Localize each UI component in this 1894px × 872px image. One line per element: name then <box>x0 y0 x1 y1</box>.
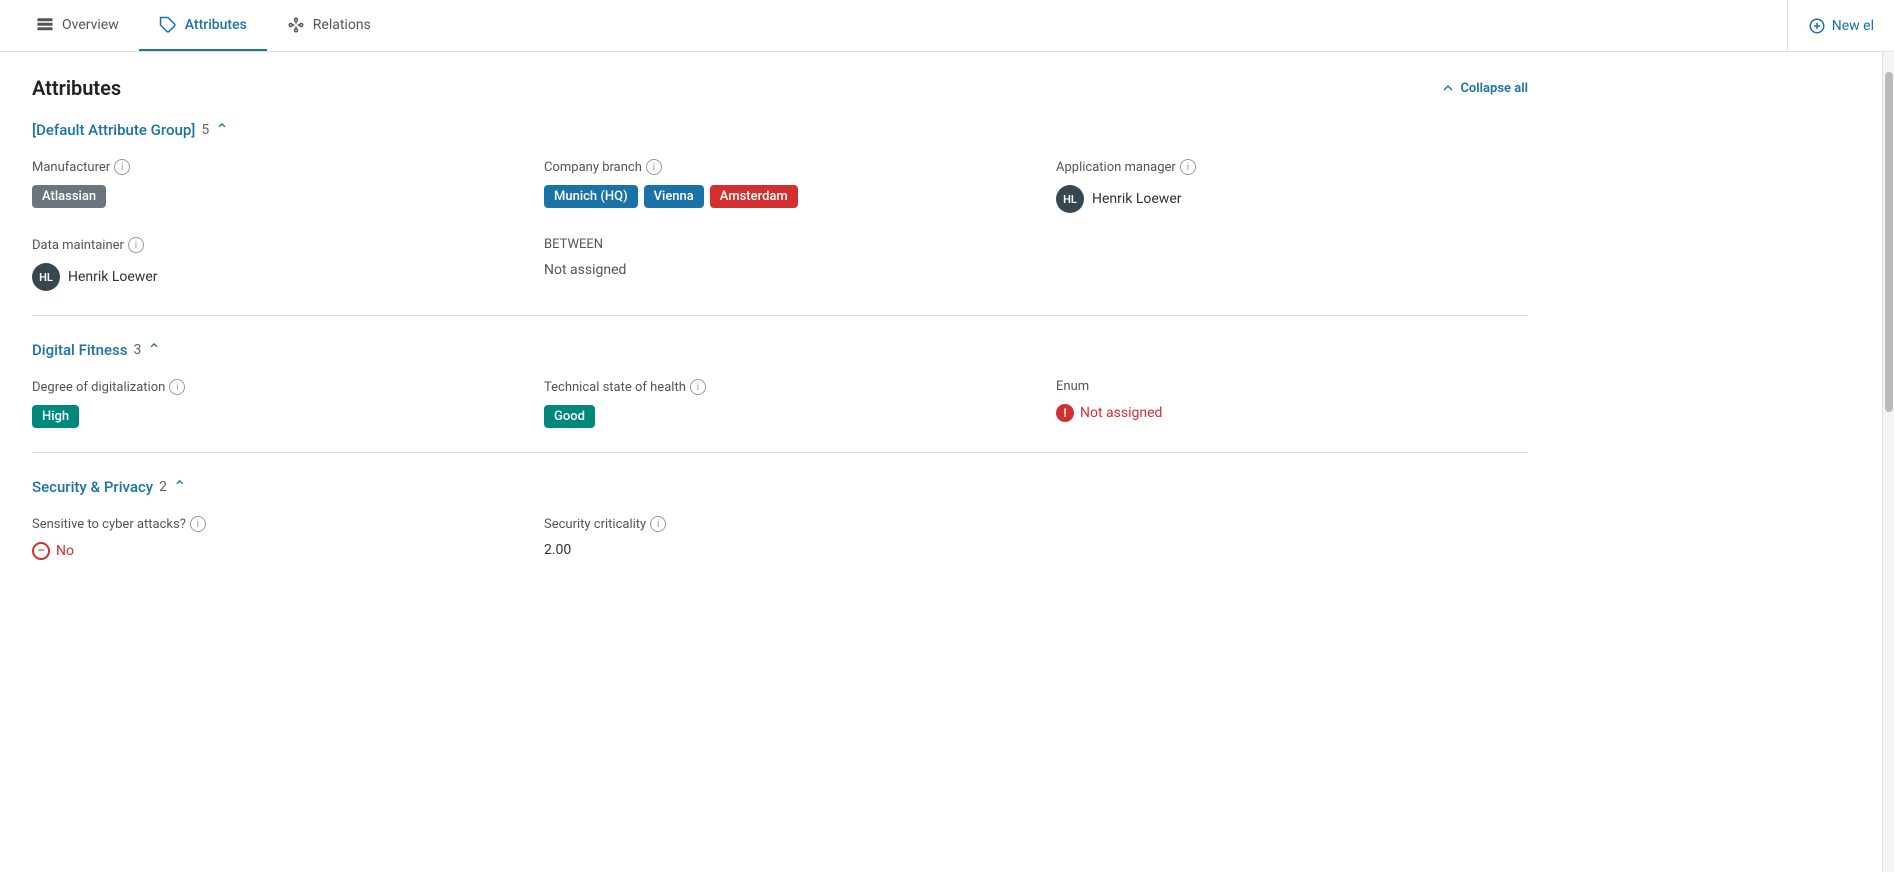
security-criticality-info-icon[interactable]: i <box>650 516 666 532</box>
divider-2 <box>32 452 1528 453</box>
collapse-all-label: Collapse all <box>1460 81 1528 96</box>
tag-icon <box>159 16 177 34</box>
cyber-attacks-field: Sensitive to cyber attacks? i − No <box>32 516 504 560</box>
default-group-chevron: ⌃ <box>215 120 228 139</box>
tech-state-label: Technical state of health i <box>544 379 1016 395</box>
between-label: BETWEEN <box>544 237 1016 252</box>
scrollbar-thumb[interactable] <box>1885 72 1893 412</box>
default-group-grid: Manufacturer i Atlassian Company branch … <box>32 159 1528 291</box>
top-navigation: Overview Attributes Relations New el <box>0 0 1894 52</box>
application-manager-label: Application manager i <box>1056 159 1528 175</box>
nav-attributes[interactable]: Attributes <box>139 0 267 51</box>
nav-overview-label: Overview <box>62 17 119 33</box>
plus-circle-icon <box>1808 17 1826 35</box>
relations-icon <box>287 16 305 34</box>
chevron-up-icon <box>1440 80 1456 96</box>
cyber-attacks-value: − No <box>32 542 504 560</box>
degree-digitalization-field: Degree of digitalization i High <box>32 379 504 428</box>
company-branch-field: Company branch i Munich (HQ) Vienna Amst… <box>544 159 1016 213</box>
cyber-attacks-label: Sensitive to cyber attacks? i <box>32 516 504 532</box>
branch-amsterdam[interactable]: Amsterdam <box>710 185 798 208</box>
collapse-all-button[interactable]: Collapse all <box>1440 80 1528 96</box>
application-manager-name: Henrik Loewer <box>1092 191 1182 207</box>
security-privacy-title: Security & Privacy <box>32 478 153 496</box>
company-branch-tags: Munich (HQ) Vienna Amsterdam <box>544 185 1016 208</box>
page-title-row: Attributes Collapse all <box>32 76 1528 100</box>
tech-state-info-icon[interactable]: i <box>690 379 706 395</box>
new-element-button[interactable]: New el <box>1787 0 1894 51</box>
data-maintainer-avatar: HL <box>32 263 60 291</box>
security-criticality-label: Security criticality i <box>544 516 1016 532</box>
between-field: BETWEEN Not assigned <box>544 237 1016 291</box>
new-label: New el <box>1832 18 1874 34</box>
digital-fitness-count: 3 <box>133 342 141 358</box>
scrollbar[interactable] <box>1882 52 1894 872</box>
cyber-attacks-info-icon[interactable]: i <box>190 516 206 532</box>
application-manager-field: Application manager i HL Henrik Loewer <box>1056 159 1528 213</box>
application-manager-info-icon[interactable]: i <box>1180 159 1196 175</box>
manufacturer-info-icon[interactable]: i <box>114 159 130 175</box>
security-privacy-header[interactable]: Security & Privacy 2 ⌃ <box>32 477 1528 496</box>
enum-field: Enum ! Not assigned <box>1056 379 1528 428</box>
company-branch-info-icon[interactable]: i <box>646 159 662 175</box>
divider-1 <box>32 315 1528 316</box>
data-maintainer-field: Data maintainer i HL Henrik Loewer <box>32 237 504 291</box>
digital-fitness-chevron: ⌃ <box>147 340 160 359</box>
tech-state-value[interactable]: Good <box>544 405 595 428</box>
security-privacy-grid: Sensitive to cyber attacks? i − No Secur… <box>32 516 1528 560</box>
nav-overview[interactable]: Overview <box>16 0 139 51</box>
default-group-count: 5 <box>201 122 209 138</box>
manufacturer-field: Manufacturer i Atlassian <box>32 159 504 213</box>
data-maintainer-name: Henrik Loewer <box>68 269 158 285</box>
degree-info-icon[interactable]: i <box>169 379 185 395</box>
minus-circle-icon: − <box>32 542 50 560</box>
between-value: Not assigned <box>544 262 626 278</box>
digital-fitness-grid: Degree of digitalization i High Technica… <box>32 379 1528 428</box>
digital-fitness-header[interactable]: Digital Fitness 3 ⌃ <box>32 340 1528 359</box>
security-criticality-value: 2.00 <box>544 542 571 558</box>
default-group-title: [Default Attribute Group] <box>32 121 195 139</box>
nav-relations-label: Relations <box>313 17 371 33</box>
page-title: Attributes <box>32 76 121 100</box>
main-content: Attributes Collapse all [Default Attribu… <box>0 52 1560 608</box>
digital-fitness-title: Digital Fitness <box>32 341 127 359</box>
branch-vienna[interactable]: Vienna <box>644 185 704 208</box>
enum-label: Enum <box>1056 379 1528 394</box>
error-circle-icon: ! <box>1056 404 1074 422</box>
manufacturer-value[interactable]: Atlassian <box>32 185 106 208</box>
nav-relations[interactable]: Relations <box>267 0 391 51</box>
security-criticality-field: Security criticality i 2.00 <box>544 516 1016 560</box>
degree-value[interactable]: High <box>32 405 79 428</box>
default-group-header[interactable]: [Default Attribute Group] 5 ⌃ <box>32 120 1528 139</box>
enum-value: ! Not assigned <box>1056 404 1528 422</box>
security-privacy-chevron: ⌃ <box>173 477 186 496</box>
data-maintainer-value: HL Henrik Loewer <box>32 263 504 291</box>
application-manager-value: HL Henrik Loewer <box>1056 185 1528 213</box>
branch-munich[interactable]: Munich (HQ) <box>544 185 638 208</box>
data-maintainer-info-icon[interactable]: i <box>128 237 144 253</box>
list-icon <box>36 16 54 34</box>
degree-digitalization-label: Degree of digitalization i <box>32 379 504 395</box>
tech-state-field: Technical state of health i Good <box>544 379 1016 428</box>
application-manager-avatar: HL <box>1056 185 1084 213</box>
security-privacy-count: 2 <box>159 479 167 495</box>
nav-attributes-label: Attributes <box>185 17 247 33</box>
company-branch-label: Company branch i <box>544 159 1016 175</box>
data-maintainer-label: Data maintainer i <box>32 237 504 253</box>
manufacturer-label: Manufacturer i <box>32 159 504 175</box>
